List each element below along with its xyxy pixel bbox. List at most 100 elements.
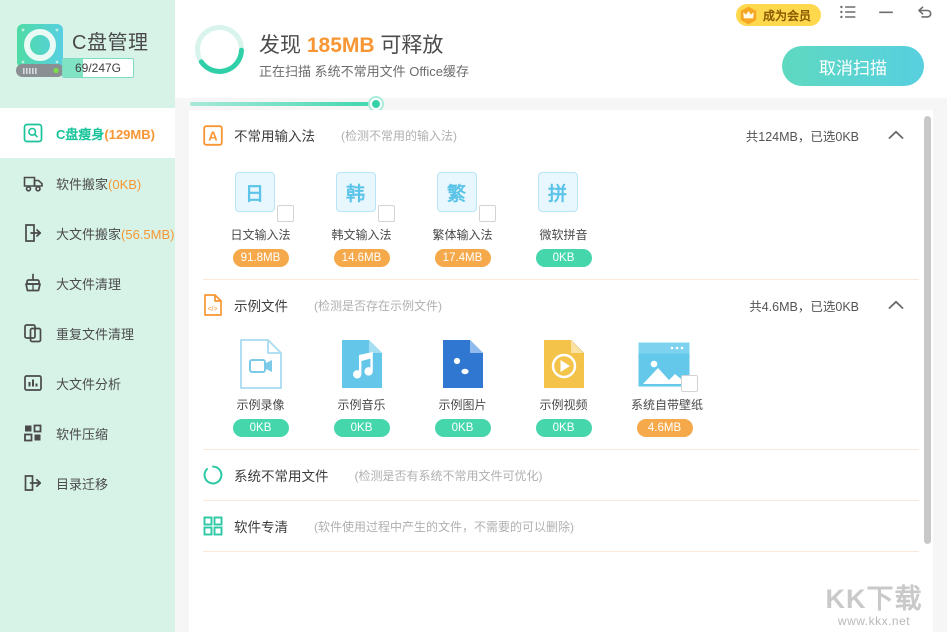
tile-item[interactable]: 系统自带壁纸4.6MB xyxy=(631,338,698,437)
content-area: A不常用输入法(检测不常用的输入法)共124MB，已选0KB 日日文输入法 91.8… xyxy=(175,110,947,632)
tile-item[interactable]: 繁繁体输入法 17.4MB xyxy=(429,168,496,267)
sidebar-item-label: C盘瘦身(129MB) xyxy=(56,124,155,143)
tile-label: 系统自带壁纸 xyxy=(631,396,698,413)
cancel-scan-button[interactable]: 取消扫描 xyxy=(782,46,924,86)
minimize-icon[interactable] xyxy=(877,3,895,21)
sidebar-item-7[interactable]: 软件压缩 xyxy=(0,408,175,458)
app-window: C盘管理 69/247G C盘瘦身(129MB) 软件搬家(0KB) 大文件搬家(5… xyxy=(0,0,947,632)
sidebar-item-8[interactable]: 目录迁移 xyxy=(0,458,175,508)
tile-checkbox[interactable] xyxy=(681,375,698,392)
tile-size-badge: 0KB xyxy=(435,419,491,437)
restore-icon[interactable] xyxy=(915,3,933,21)
hard-disk-icon xyxy=(14,18,66,80)
sidebar-item-size: (129MB) xyxy=(104,127,155,142)
ime-glyph-box: 日 xyxy=(235,172,275,212)
tile-label: 繁体输入法 xyxy=(429,226,496,243)
sidebar-item-text: 重复文件清理 xyxy=(56,327,134,342)
tile-checkbox[interactable] xyxy=(479,205,496,222)
tile-artwork: 日 xyxy=(232,168,290,220)
bar-chart-icon xyxy=(22,372,44,394)
scrollbar-thumb[interactable] xyxy=(924,116,931,544)
section-software-clean: 软件专清(软件使用过程中产生的文件，不需要的可以删除) xyxy=(189,501,933,552)
sidebar-item-2[interactable]: 软件搬家(0KB) xyxy=(0,158,175,208)
tile-item[interactable]: 示例音乐0KB xyxy=(328,338,395,437)
sidebar-item-text: 目录迁移 xyxy=(56,477,108,492)
tile-artwork xyxy=(535,338,593,390)
become-member-label: 成为会员 xyxy=(763,7,811,24)
tile-size-badge: 14.6MB xyxy=(334,249,390,267)
header: 发现 185MB 可释放 正在扫描 系统不常用文件 Office缓存 成为会员 xyxy=(175,0,947,98)
tile-artwork: 韩 xyxy=(333,168,391,220)
tile-grid: 日日文输入法 91.8MB 韩韩文输入法 14.6MB 繁繁体输入法 17.4MB 拼微软拼… xyxy=(189,160,933,279)
tile-artwork xyxy=(636,338,694,390)
sidebar-header: C盘管理 69/247G xyxy=(0,0,175,108)
sidebar-item-label: 大文件搬家(56.5MB) xyxy=(56,224,174,243)
section-header[interactable]: A不常用输入法(检测不常用的输入法)共124MB，已选0KB xyxy=(189,110,933,160)
scan-status: 正在扫描 系统不常用文件 Office缓存 xyxy=(259,61,469,80)
tile-item[interactable]: 示例图片0KB xyxy=(429,338,496,437)
grid-outline-icon xyxy=(203,515,223,537)
code-file-icon: </> xyxy=(203,294,223,316)
sidebar-item-text: 大文件搬家 xyxy=(56,227,121,242)
tile-size-badge: 0KB xyxy=(536,419,592,437)
tile-item[interactable]: 韩韩文输入法 14.6MB xyxy=(328,168,395,267)
copy-icon xyxy=(22,322,44,344)
tile-item[interactable]: 日日文输入法 91.8MB xyxy=(227,168,294,267)
sidebar-item-1[interactable]: C盘瘦身(129MB) xyxy=(0,108,175,158)
sidebar: C盘管理 69/247G C盘瘦身(129MB) 软件搬家(0KB) 大文件搬家(5… xyxy=(0,0,175,632)
tile-item[interactable]: 示例视频0KB xyxy=(530,338,597,437)
scrollbar[interactable] xyxy=(924,110,931,632)
letter-a-icon: A xyxy=(203,124,223,146)
sidebar-item-text: 大文件分析 xyxy=(56,377,121,392)
tile-label: 示例录像 xyxy=(227,396,294,413)
sidebar-item-5[interactable]: 重复文件清理 xyxy=(0,308,175,358)
section-divider xyxy=(203,551,919,552)
tile-checkbox[interactable] xyxy=(378,205,395,222)
tile-size-badge: 17.4MB xyxy=(435,249,491,267)
tile-size-badge: 91.8MB xyxy=(233,249,289,267)
section-sample-files: </>示例文件(检测是否存在示例文件)共4.6MB，已选0KB示例录像0KB示例… xyxy=(189,280,933,450)
svg-text:A: A xyxy=(208,128,218,143)
tile-artwork: 拼 xyxy=(535,168,593,220)
sidebar-item-text: 软件搬家 xyxy=(56,177,108,192)
section-right: 共124MB，已选0KB xyxy=(746,125,911,145)
file-arrow-icon xyxy=(22,222,44,244)
tile-label: 韩文输入法 xyxy=(328,226,395,243)
tile-item[interactable]: 示例录像0KB xyxy=(227,338,294,437)
sidebar-item-text: 大文件清理 xyxy=(56,277,121,292)
section-system-unused: 系统不常用文件(检测是否有系统不常用文件可优化) xyxy=(189,450,933,501)
folder-arrow-icon xyxy=(22,472,44,494)
section-summary: 共4.6MB，已选0KB xyxy=(749,296,859,315)
tile-grid: 示例录像0KB示例音乐0KB示例图片0KB示例视频0KB系统自带壁纸4.6MB xyxy=(189,330,933,449)
section-title: 软件专清 xyxy=(234,516,288,536)
grid-icon xyxy=(22,422,44,444)
menu-icon[interactable] xyxy=(839,3,857,21)
scan-headline: 发现 185MB 可释放 xyxy=(259,29,443,59)
chevron-up-icon[interactable] xyxy=(881,125,911,145)
section-header[interactable]: 系统不常用文件(检测是否有系统不常用文件可优化) xyxy=(189,450,933,500)
scan-progress xyxy=(175,98,947,110)
tile-item[interactable]: 拼微软拼音0KB xyxy=(530,168,597,267)
ime-glyph-box: 繁 xyxy=(437,172,477,212)
sidebar-nav: C盘瘦身(129MB) 软件搬家(0KB) 大文件搬家(56.5MB) 大文件清理重复… xyxy=(0,108,175,508)
spinner-icon xyxy=(203,464,223,486)
tile-label: 微软拼音 xyxy=(530,226,597,243)
sidebar-item-label: 大文件分析 xyxy=(56,374,121,393)
become-member-button[interactable]: 成为会员 xyxy=(736,4,821,26)
section-header[interactable]: </>示例文件(检测是否存在示例文件)共4.6MB，已选0KB xyxy=(189,280,933,330)
sidebar-item-6[interactable]: 大文件分析 xyxy=(0,358,175,408)
sidebar-item-label: 软件搬家(0KB) xyxy=(56,174,141,193)
tile-label: 日文输入法 xyxy=(227,226,294,243)
sidebar-item-text: C盘瘦身 xyxy=(56,127,104,142)
tile-artwork xyxy=(333,338,391,390)
truck-icon xyxy=(22,172,44,194)
sidebar-item-3[interactable]: 大文件搬家(56.5MB) xyxy=(0,208,175,258)
section-description: (检测是否有系统不常用文件可优化) xyxy=(355,467,543,484)
results-scroller[interactable]: A不常用输入法(检测不常用的输入法)共124MB，已选0KB 日日文输入法 91.8… xyxy=(189,110,933,632)
chevron-up-icon[interactable] xyxy=(881,295,911,315)
tile-checkbox[interactable] xyxy=(277,205,294,222)
sidebar-item-4[interactable]: 大文件清理 xyxy=(0,258,175,308)
section-header[interactable]: 软件专清(软件使用过程中产生的文件，不需要的可以删除) xyxy=(189,501,933,551)
section-unused-ime: A不常用输入法(检测不常用的输入法)共124MB，已选0KB 日日文输入法 91.8… xyxy=(189,110,933,280)
sidebar-item-label: 大文件清理 xyxy=(56,274,121,293)
